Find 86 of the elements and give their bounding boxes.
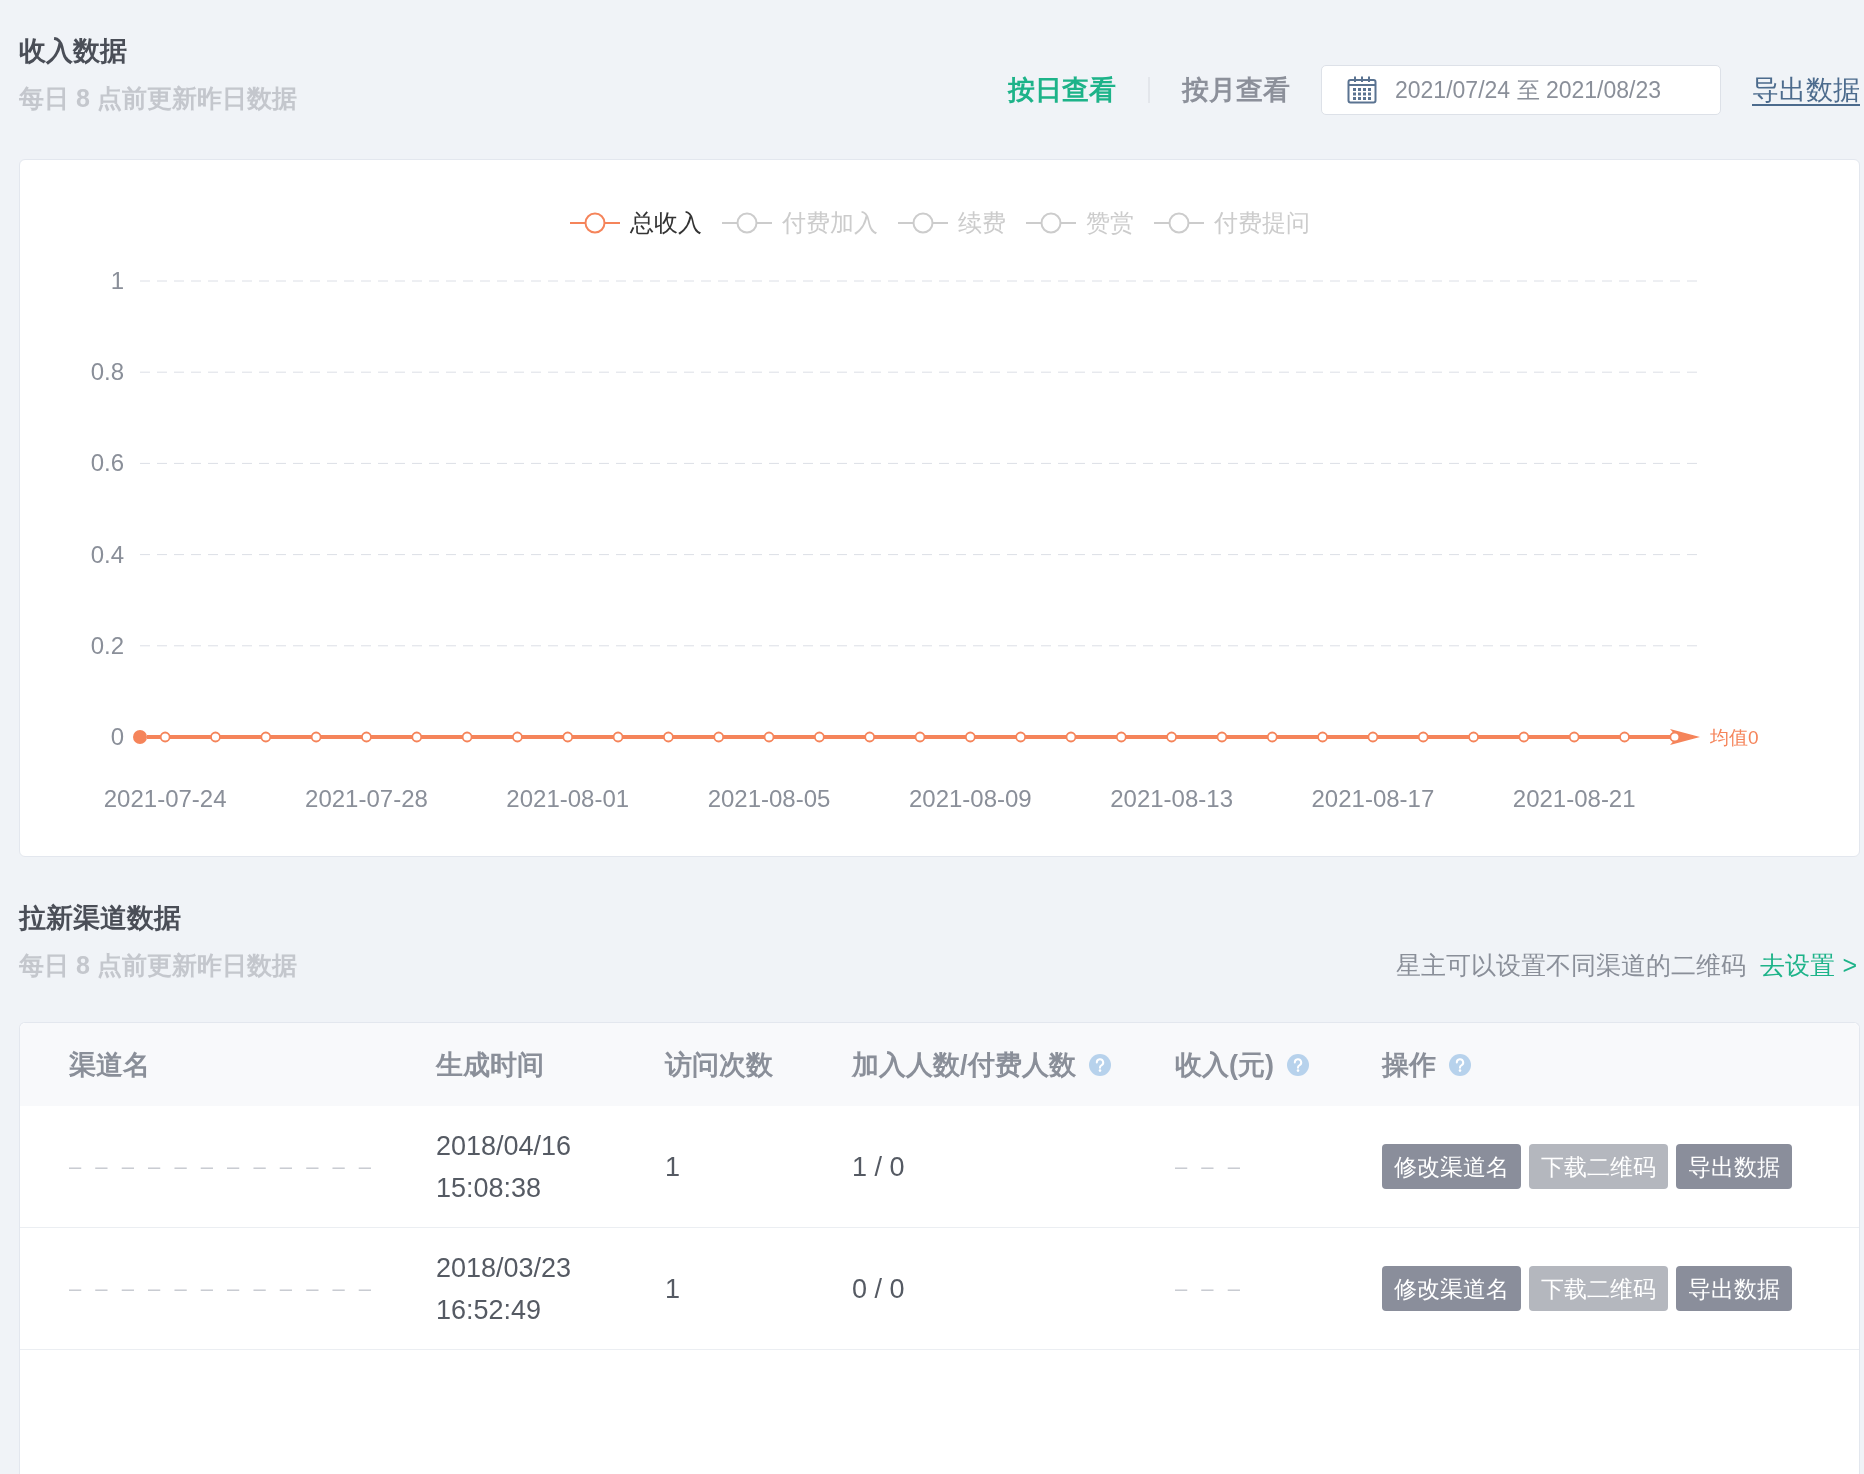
column-header: 访问次数 — [665, 1048, 773, 1081]
y-axis-label: 0.8 — [90, 358, 124, 386]
data-point — [713, 731, 725, 743]
data-point — [864, 731, 876, 743]
data-point — [612, 731, 624, 743]
line-start-dot-icon — [133, 730, 147, 744]
x-axis-label: 2021-08-21 — [1512, 785, 1636, 812]
data-point — [813, 731, 825, 743]
y-axis-label: 1 — [110, 267, 124, 294]
data-point — [1468, 731, 1479, 743]
y-axis-label: 0 — [110, 723, 124, 750]
x-axis-label: 2021-07-24 — [103, 785, 227, 812]
date-range-field[interactable]: 2021/07/24 至 2021/08/23 — [1321, 65, 1721, 115]
y-axis-label: 0.2 — [90, 631, 124, 659]
data-point — [210, 731, 221, 743]
table-cell-text: 2018/03/23 16:52:49 — [436, 1251, 573, 1327]
column-header: 操作 — [1382, 1048, 1436, 1081]
action-button[interactable]: 修改渠道名 — [1382, 1266, 1521, 1311]
table-cell-text: 2018/04/16 15:08:38 — [436, 1129, 573, 1205]
average-label: 均值0 — [1710, 727, 1759, 748]
table-cell-text: – – – — [1175, 1274, 1244, 1303]
data-point — [1065, 731, 1077, 743]
data-point — [411, 731, 423, 743]
calendar-icon — [1347, 76, 1377, 104]
hint-text: 星主可以设置不同渠道的二维码 — [1396, 950, 1747, 980]
table-cell-text: – – – — [1175, 1152, 1244, 1181]
legend-marker-icon — [569, 212, 620, 234]
data-point — [763, 731, 775, 743]
y-axis-label: 0.6 — [90, 449, 124, 477]
table-cell-text: 1 — [665, 1272, 681, 1306]
table-cell-text: 0 / 0 — [852, 1272, 905, 1306]
data-point — [1166, 731, 1177, 743]
x-axis-label: 2021-08-05 — [707, 785, 831, 812]
data-point — [1669, 731, 1681, 743]
data-point — [1518, 731, 1530, 743]
data-point — [1266, 731, 1278, 743]
help-icon[interactable] — [1088, 1053, 1111, 1076]
data-point — [1015, 731, 1027, 743]
x-axis-label: 2021-08-09 — [908, 785, 1032, 812]
data-point — [1115, 731, 1127, 743]
data-point — [1417, 731, 1429, 743]
data-point — [1367, 731, 1379, 743]
section-title: 拉新渠道数据 — [19, 903, 181, 933]
action-button[interactable]: 修改渠道名 — [1382, 1144, 1521, 1189]
date-range-text: 2021/07/24 至 2021/08/23 — [1395, 76, 1661, 105]
view-tab[interactable]: 按日查看 — [1008, 75, 1116, 105]
data-point — [361, 731, 372, 743]
legend-marker-icon — [721, 212, 772, 234]
x-axis-label: 2021-08-13 — [1110, 785, 1233, 812]
y-axis-label: 0.4 — [90, 540, 124, 568]
data-point — [310, 731, 322, 743]
x-axis-label: 2021-08-17 — [1311, 785, 1435, 812]
column-header: 收入(元) — [1175, 1048, 1274, 1081]
data-point — [663, 731, 674, 743]
data-point — [964, 731, 976, 743]
column-header: 生成时间 — [436, 1048, 544, 1081]
data-point — [159, 731, 171, 743]
table-cell-text: – – – – – – – – – – – – — [69, 1152, 376, 1181]
settings-link[interactable]: 去设置 > — [1760, 950, 1857, 980]
data-point — [1317, 731, 1328, 743]
data-point — [461, 731, 473, 743]
column-header: 加入人数/付费人数 — [852, 1048, 1076, 1081]
action-button[interactable]: 导出数据 — [1676, 1144, 1792, 1189]
column-header: 渠道名 — [69, 1048, 150, 1081]
action-button[interactable]: 导出数据 — [1676, 1266, 1792, 1311]
legend-marker-icon — [1025, 212, 1076, 234]
help-icon[interactable] — [1287, 1053, 1309, 1076]
legend-item[interactable]: 总收入 — [569, 209, 702, 237]
section-title: 收入数据 — [19, 36, 128, 66]
data-point — [1568, 731, 1580, 743]
export-link[interactable]: 导出数据 — [1752, 75, 1860, 105]
data-point — [512, 731, 523, 743]
x-axis-label: 2021-08-01 — [506, 785, 630, 812]
data-point — [260, 731, 272, 743]
legend-marker-icon — [1153, 212, 1204, 234]
x-axis-label: 2021-07-28 — [305, 785, 428, 812]
data-point — [1216, 731, 1228, 743]
help-icon[interactable] — [1449, 1053, 1471, 1076]
table-cell-text: 1 — [665, 1150, 681, 1184]
data-point — [914, 731, 926, 743]
data-point — [1619, 731, 1630, 743]
legend-marker-icon — [897, 212, 948, 234]
view-tab[interactable]: 按月查看 — [1182, 75, 1290, 105]
table-cell-text: – – – – – – – – – – – – — [69, 1274, 376, 1303]
data-point — [562, 731, 574, 743]
table-cell-text: 1 / 0 — [852, 1150, 905, 1184]
